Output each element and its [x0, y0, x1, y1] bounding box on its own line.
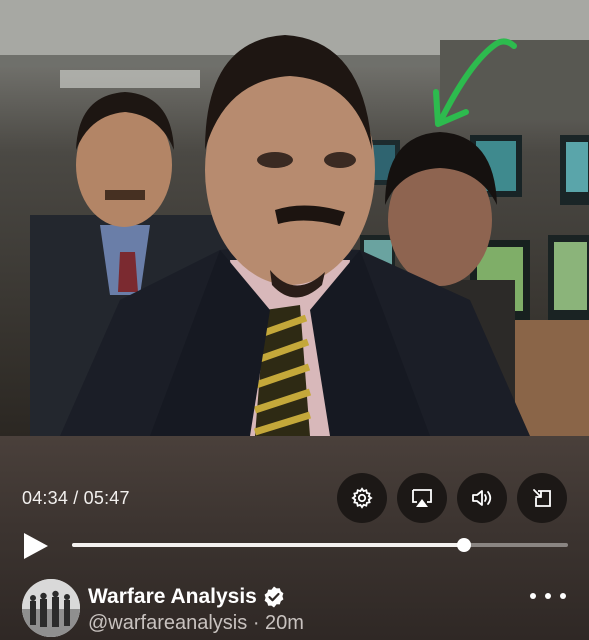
verified-badge	[262, 585, 286, 609]
video-frame[interactable]	[0, 0, 589, 436]
airplay-button[interactable]	[397, 473, 447, 523]
time-separator: /	[73, 488, 79, 508]
post-age[interactable]: 20m	[265, 612, 304, 634]
gear-icon	[351, 487, 373, 509]
more-options-button[interactable]	[530, 583, 566, 609]
author-name[interactable]: Warfare Analysis	[88, 585, 257, 609]
progress-thumb[interactable]	[456, 538, 471, 552]
more-dot-icon	[560, 593, 566, 599]
progress-bar[interactable]	[72, 538, 568, 552]
more-dot-icon	[530, 593, 536, 599]
play-icon	[24, 533, 48, 559]
avatar[interactable]	[22, 579, 80, 637]
current-time: 04:34	[22, 488, 69, 508]
airplay-icon	[412, 489, 432, 507]
meta-dot: ·	[252, 612, 260, 634]
settings-button[interactable]	[337, 473, 387, 523]
verified-icon	[264, 586, 284, 608]
play-button[interactable]	[22, 531, 50, 561]
volume-icon	[472, 490, 492, 506]
controls-panel	[0, 436, 589, 640]
progress-fill	[72, 543, 464, 547]
author-handle[interactable]: @warfareanalysis	[88, 612, 247, 634]
more-dot-icon	[545, 593, 551, 599]
duration: 05:47	[83, 488, 130, 508]
popout-icon	[533, 489, 551, 507]
author-meta: @warfareanalysis · 20m	[88, 612, 304, 635]
video-still	[0, 0, 589, 436]
avatar-image	[22, 579, 80, 637]
time-readout: 04:34 / 05:47	[22, 488, 130, 509]
volume-button[interactable]	[457, 473, 507, 523]
popout-button[interactable]	[517, 473, 567, 523]
